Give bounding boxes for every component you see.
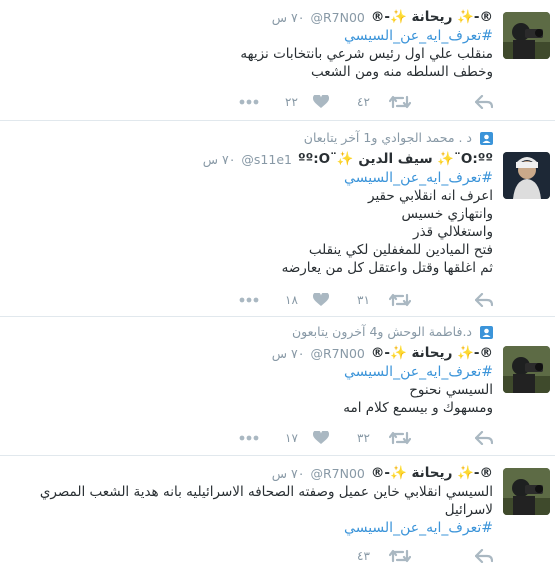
tweet-header: O:ºº¨✨ سيف الدين ✨¨ºº:O @s11e1 ٧٠ س	[8, 149, 493, 169]
tweet[interactable]: ®-✨ ريحانة ✨-® @R7N00 ٧٠ س السيسي انقلاب…	[0, 456, 555, 563]
user-icon	[480, 325, 493, 339]
display-name[interactable]: O:ºº¨✨ سيف الدين ✨¨ºº:O	[298, 151, 493, 167]
reply-icon	[475, 549, 493, 563]
tweet-text-line: اعرف انه انقلابي حقير	[368, 188, 493, 204]
tweet-text-line: منقلب علي اول رئيس شرعي بانتخابات نزيهه	[240, 46, 493, 62]
social-context-text[interactable]: د . محمد الجوادي و1 آخر يتابعان	[304, 127, 472, 149]
reply-button[interactable]	[471, 293, 493, 307]
tweet-actions: ٤٣	[8, 543, 493, 569]
timestamp[interactable]: ٧٠ س	[203, 152, 236, 167]
timestamp[interactable]: ٧٠ س	[272, 466, 305, 481]
reply-button[interactable]	[471, 95, 493, 109]
tweet-header: ®-✨ ريحانة ✨-® @R7N00 ٧٠ س	[8, 7, 493, 27]
more-button[interactable]	[239, 435, 259, 441]
social-context: د . محمد الجوادي و1 آخر يتابعان	[8, 127, 493, 149]
reply-button[interactable]	[471, 431, 493, 445]
heart-icon	[313, 431, 329, 444]
display-name[interactable]: ®-✨ ريحانة ✨-®	[371, 9, 493, 25]
more-icon	[239, 99, 259, 105]
reply-icon	[475, 431, 493, 445]
tweet-text-line: لاسرائيل	[444, 502, 493, 518]
retweet-icon	[389, 549, 411, 563]
hashtag-link[interactable]: #تعرف_ايه_عن_السيسي	[8, 363, 493, 381]
tweet-text-line: السيسي نحنوح	[409, 382, 493, 398]
like-button[interactable]: ١٧	[285, 431, 329, 445]
username[interactable]: @R7N00	[310, 466, 364, 481]
retweet-count: ٤٣	[357, 549, 370, 563]
username[interactable]: @R7N00	[310, 346, 364, 361]
hashtag-link[interactable]: #تعرف_ايه_عن_السيسي	[8, 27, 493, 45]
reply-icon	[475, 95, 493, 109]
more-icon	[239, 435, 259, 441]
tweet-text-line: فتح الميادين للمغفلين لكي ينقلب	[308, 242, 493, 258]
timeline: ®-✨ ريحانة ✨-® @R7N00 ٧٠ س #تعرف_ايه_عن_…	[0, 0, 555, 563]
like-count: ١٨	[285, 293, 298, 307]
retweet-icon	[389, 95, 411, 109]
hashtag-link[interactable]: #تعرف_ايه_عن_السيسي	[8, 169, 493, 187]
avatar[interactable]	[503, 468, 550, 515]
avatar[interactable]	[503, 346, 550, 393]
reply-button[interactable]	[471, 549, 493, 563]
retweet-icon	[389, 431, 411, 445]
social-context: د.فاطمة الوحش و4 آخرون يتابعون	[8, 321, 493, 343]
retweet-button[interactable]: ٤٢	[357, 95, 411, 109]
tweet[interactable]: ®-✨ ريحانة ✨-® @R7N00 ٧٠ س #تعرف_ايه_عن_…	[0, 0, 555, 121]
social-context-text[interactable]: د.فاطمة الوحش و4 آخرون يتابعون	[292, 321, 472, 343]
like-button[interactable]: ٢٢	[285, 95, 329, 109]
like-button[interactable]: ١٨	[285, 293, 329, 307]
tweet-header: ®-✨ ريحانة ✨-® @R7N00 ٧٠ س	[8, 463, 493, 483]
tweet-text-line: وخطف السلطه منه ومن الشعب	[310, 64, 493, 80]
tweet[interactable]: د . محمد الجوادي و1 آخر يتابعان O:ºº¨✨ س…	[0, 121, 555, 317]
user-icon	[480, 131, 493, 145]
like-count: ٢٢	[285, 95, 298, 109]
tweet-text-line: السيسي انقلابي خاين عميل وصفته الصحافه ا…	[39, 484, 493, 500]
username[interactable]: @R7N00	[310, 10, 364, 25]
like-count: ١٧	[285, 431, 298, 445]
display-name[interactable]: ®-✨ ريحانة ✨-®	[371, 345, 493, 361]
timestamp[interactable]: ٧٠ س	[272, 10, 305, 25]
tweet-text-line: ثم اغلقها وقتل واعتقل كل من يعارضه	[281, 260, 493, 276]
retweet-button[interactable]: ٤٣	[357, 549, 411, 563]
tweet-actions: ٣١ ١٨	[8, 287, 493, 313]
username[interactable]: @s11e1	[241, 152, 292, 167]
tweet-text-line: واستغلالي قذر	[413, 224, 493, 240]
avatar[interactable]	[503, 12, 550, 59]
reply-icon	[475, 293, 493, 307]
retweet-count: ٤٢	[357, 95, 370, 109]
more-button[interactable]	[239, 99, 259, 105]
timestamp[interactable]: ٧٠ س	[272, 346, 305, 361]
more-icon	[239, 297, 259, 303]
retweet-icon	[389, 293, 411, 307]
heart-icon	[313, 95, 329, 108]
hashtag-link[interactable]: #تعرف_ايه_عن_السيسي	[8, 519, 493, 537]
tweet-actions: ٣٢ ١٧	[8, 425, 493, 451]
tweet-text-line: وانتهازي خسيس	[401, 206, 494, 222]
tweet-text-line: ومسهوك و بيسمع كلام امه	[343, 400, 493, 416]
display-name[interactable]: ®-✨ ريحانة ✨-®	[371, 465, 493, 481]
tweet-header: ®-✨ ريحانة ✨-® @R7N00 ٧٠ س	[8, 343, 493, 363]
more-button[interactable]	[239, 297, 259, 303]
retweet-button[interactable]: ٣٢	[357, 431, 411, 445]
tweet-actions: ٤٢ ٢٢	[8, 89, 493, 115]
heart-icon	[313, 293, 329, 306]
tweet[interactable]: د.فاطمة الوحش و4 آخرون يتابعون ®-✨ ريحان…	[0, 317, 555, 456]
retweet-count: ٣٢	[357, 431, 370, 445]
retweet-count: ٣١	[357, 293, 370, 307]
retweet-button[interactable]: ٣١	[357, 293, 411, 307]
avatar[interactable]	[503, 152, 550, 199]
